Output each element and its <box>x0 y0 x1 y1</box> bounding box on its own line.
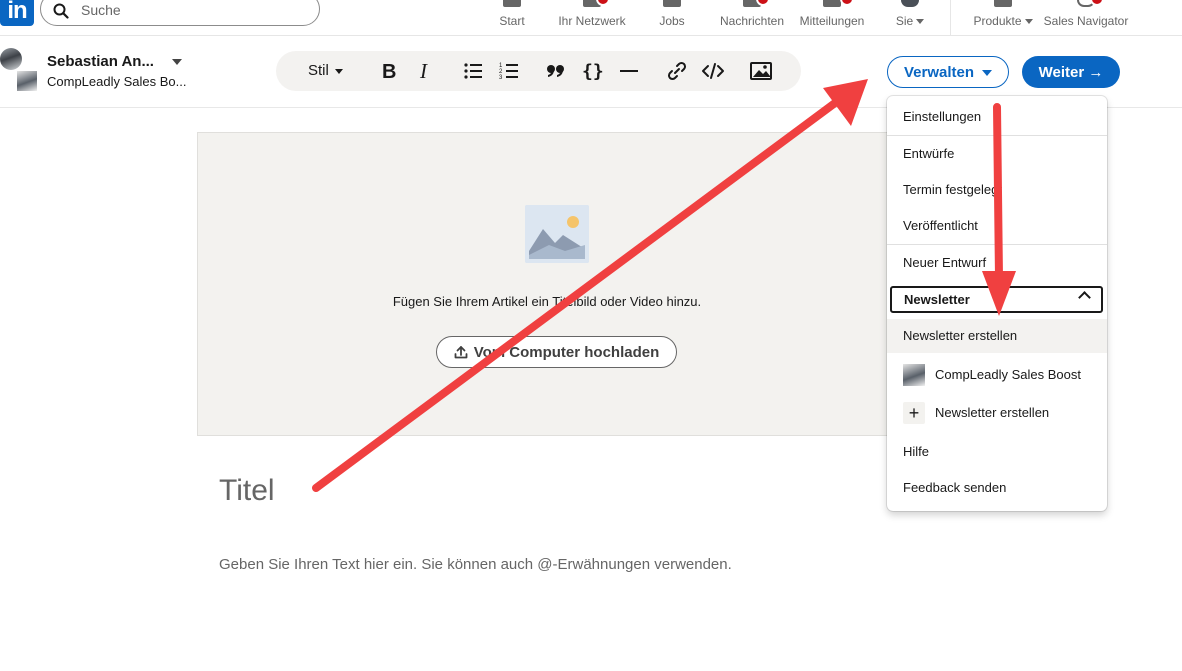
nav-notifications[interactable]: Mitteilungen <box>796 0 868 36</box>
nav-network[interactable]: Ihr Netzwerk <box>556 0 628 36</box>
menu-divider <box>887 244 1107 245</box>
nav-products-label-wrap: Produkte <box>970 14 1036 28</box>
cover-image-area[interactable]: Fügen Sie Ihrem Artikel ein Titelbild od… <box>197 132 897 436</box>
nav-jobs[interactable]: Jobs <box>652 0 692 36</box>
bold-icon[interactable]: B <box>377 59 401 83</box>
search-input[interactable] <box>81 2 301 18</box>
menu-item-create-newsletter[interactable]: Newsletter erstellen <box>887 319 1107 353</box>
menu-item-new-draft[interactable]: Neuer Entwurf <box>887 246 1107 280</box>
company-avatar <box>903 364 925 386</box>
nav-home[interactable]: Start <box>492 0 532 36</box>
upload-icon <box>454 345 468 358</box>
svg-text:3: 3 <box>499 75 503 81</box>
author-page[interactable]: CompLeadly Sales Bo... <box>47 74 186 89</box>
author-avatar <box>0 48 22 70</box>
nav-me-label-wrap: Sie <box>890 14 930 28</box>
newsletter-label: Newsletter <box>904 292 970 307</box>
caret-down-icon <box>334 69 343 74</box>
menu-item-drafts[interactable]: Entwürfe <box>887 137 1107 171</box>
code-block-icon[interactable]: {} <box>581 59 605 83</box>
upload-from-computer-button[interactable]: Vom Computer hochladen <box>436 336 677 368</box>
link-icon[interactable] <box>665 59 689 83</box>
svg-text:I: I <box>419 61 428 81</box>
home-icon <box>503 0 521 7</box>
nav-products-label: Produkte <box>973 14 1022 28</box>
cover-prompt: Fügen Sie Ihrem Artikel ein Titelbild od… <box>392 294 702 309</box>
bulleted-list-icon[interactable] <box>461 59 485 83</box>
search-box[interactable] <box>40 0 320 26</box>
menu-item-settings[interactable]: Einstellungen <box>887 100 1107 134</box>
nav-messaging[interactable]: Nachrichten <box>718 0 786 36</box>
nav-messaging-label: Nachrichten <box>719 14 785 28</box>
caret-down-icon <box>982 69 993 76</box>
image-placeholder-icon <box>525 205 589 263</box>
nav-me-label: Sie <box>895 14 914 28</box>
bell-icon <box>823 0 841 7</box>
nav-notifications-label: Mitteilungen <box>799 14 865 28</box>
nav-home-label: Start <box>499 14 525 28</box>
company-avatar <box>16 70 38 92</box>
manage-label: Verwalten <box>904 63 975 81</box>
caret-down-icon <box>1024 19 1033 24</box>
author-name[interactable]: Sebastian An... <box>47 53 154 70</box>
divider-icon[interactable] <box>617 59 641 83</box>
upload-label: Vom Computer hochladen <box>473 343 660 361</box>
nav-network-label: Ihr Netzwerk <box>558 14 626 28</box>
profile-avatar <box>901 0 919 7</box>
nav-sales-navigator[interactable]: Sales Navigator <box>1042 0 1130 36</box>
notification-badge <box>840 0 854 6</box>
chevron-up-icon <box>1078 291 1091 304</box>
nav-products[interactable]: Produkte <box>970 0 1036 36</box>
menu-item-create-newsletter-2[interactable]: + Newsletter erstellen <box>887 396 1107 430</box>
menu-divider <box>887 135 1107 136</box>
next-button[interactable]: Weiter → <box>1022 56 1120 88</box>
numbered-list-icon[interactable]: 1 2 3 <box>497 59 521 83</box>
jobs-icon <box>663 0 681 7</box>
style-dropdown[interactable]: Stil <box>308 62 343 79</box>
plus-icon: + <box>903 402 925 424</box>
article-body-field[interactable]: Geben Sie Ihren Text hier ein. Sie könne… <box>219 556 732 573</box>
italic-icon[interactable]: I <box>413 59 437 83</box>
svg-text:B: B <box>382 61 396 81</box>
nav-me[interactable]: Sie <box>890 0 930 36</box>
menu-item-published[interactable]: Veröffentlicht <box>887 209 1107 243</box>
image-icon[interactable] <box>749 59 773 83</box>
svg-text:{}: {} <box>582 61 604 81</box>
caret-down-icon <box>916 19 925 24</box>
company-page-label: CompLeadly Sales Boost <box>935 367 1081 382</box>
nav-sales-navigator-label: Sales Navigator <box>1043 14 1129 28</box>
quote-icon[interactable] <box>544 59 568 83</box>
article-editor-screen: in Start Ihr Netzwerk Jobs Nachrichten <box>0 0 1182 671</box>
formatting-toolbar: Stil B I 1 2 3 {} <box>276 51 801 91</box>
menu-item-newsletter-toggle[interactable]: Newsletter <box>890 286 1103 313</box>
linkedin-logo[interactable]: in <box>0 0 34 26</box>
grid-icon <box>994 0 1012 7</box>
search-icon <box>53 3 69 19</box>
nav-divider <box>950 0 951 36</box>
manage-button[interactable]: Verwalten <box>887 56 1009 88</box>
global-nav: in Start Ihr Netzwerk Jobs Nachrichten <box>0 0 1182 36</box>
style-label: Stil <box>308 62 329 79</box>
menu-item-feedback[interactable]: Feedback senden <box>887 471 1107 505</box>
menu-item-help[interactable]: Hilfe <box>887 435 1107 469</box>
nav-jobs-label: Jobs <box>659 14 685 28</box>
author-switch-caret-icon[interactable] <box>172 59 182 65</box>
article-title-field[interactable]: Titel <box>219 474 275 508</box>
embed-icon[interactable] <box>701 59 725 83</box>
menu-item-scheduled[interactable]: Termin festgelegt <box>887 173 1107 207</box>
manage-dropdown-menu: Einstellungen Entwürfe Termin festgelegt… <box>887 96 1107 511</box>
create-newsletter-label: Newsletter erstellen <box>935 405 1050 420</box>
menu-item-company-page[interactable]: CompLeadly Sales Boost <box>887 355 1107 395</box>
